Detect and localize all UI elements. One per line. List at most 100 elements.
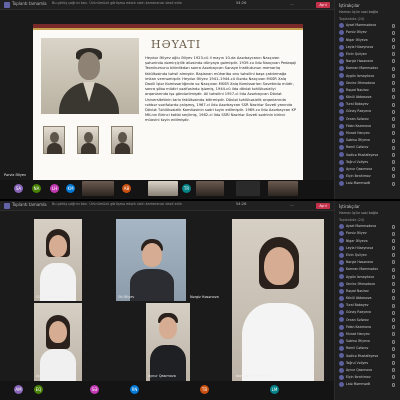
participant-tile[interactable] [82,181,114,196]
participant-row[interactable]: Kamran Məmmədov [335,65,400,72]
participant-avatar-bubble[interactable]: AM [14,385,23,394]
participant-avatar-bubble[interactable]: SƏ [90,385,99,394]
microphone-icon[interactable] [392,310,395,315]
participant-row[interactable]: Rəşad Nəsirov [335,87,400,94]
microphone-icon[interactable] [392,109,395,114]
microphone-icon[interactable] [392,296,395,301]
microphone-icon[interactable] [392,124,395,129]
microphone-icon[interactable] [392,246,395,251]
mute-all-button[interactable]: Hamısı üçün səsi bağla [335,210,400,217]
video-tile-girl-main[interactable] [232,219,324,381]
microphone-icon[interactable] [392,152,395,157]
participant-tile[interactable] [236,181,260,196]
participant-avatar-bubble[interactable]: LH [50,184,59,193]
leave-button[interactable]: Ayrıl [316,202,330,209]
participant-avatar-bubble[interactable]: KM [66,184,75,193]
participant-row[interactable]: Rəşad Nəsirov [335,288,400,295]
participant-row[interactable]: Nərgiz Həsənova [335,58,400,65]
microphone-icon[interactable] [392,253,395,258]
microphone-icon[interactable] [392,303,395,308]
participant-row[interactable]: Aysel Məmmədova [335,223,400,230]
participant-avatar-bubble[interactable]: NA [32,184,41,193]
video-tile-boy-1[interactable] [116,219,186,301]
microphone-icon[interactable] [392,346,395,351]
microphone-icon[interactable] [392,138,395,143]
microphone-icon[interactable] [392,116,395,121]
participant-row[interactable]: Sevinc Əhmədova [335,281,400,288]
video-tile-boy-2[interactable] [146,303,190,381]
participant-tile[interactable] [148,181,178,196]
participant-avatar-bubble[interactable]: RN [130,385,139,394]
microphone-icon[interactable] [392,361,395,366]
participant-row[interactable]: Nigar Əliyeva [335,36,400,43]
microphone-icon[interactable] [392,73,395,78]
participant-row[interactable]: Ramil Cəfərov [335,144,400,151]
microphone-icon[interactable] [392,317,395,322]
participant-avatar-bubble[interactable]: SA [14,184,23,193]
participant-row[interactable]: Murad Hacıyev [335,331,400,338]
microphone-icon[interactable] [392,52,395,57]
participant-row[interactable]: Orxan Səfərov [335,115,400,122]
participant-row[interactable]: Lalə Məmmədli [335,381,400,388]
microphone-icon[interactable] [392,95,395,100]
mute-all-button[interactable]: Hamısı üçün səsi bağla [335,9,400,16]
microphone-icon[interactable] [392,274,395,279]
microphone-icon[interactable] [392,59,395,64]
participant-avatar-bubble[interactable]: AB [122,184,131,193]
microphone-icon[interactable] [392,224,395,229]
microphone-icon[interactable] [392,131,395,136]
participant-row[interactable]: Aygün İsmayılova [335,72,400,79]
participant-row[interactable]: Aynur Qasımova [335,166,400,173]
microphone-icon[interactable] [392,231,395,236]
microphone-icon[interactable] [392,238,395,243]
microphone-icon[interactable] [392,267,395,272]
participant-row[interactable]: Aysel Məmmədova [335,22,400,29]
microphone-icon[interactable] [392,339,395,344]
microphone-icon[interactable] [392,181,395,186]
participant-row[interactable]: Xədicə Mustafayeva [335,151,400,158]
participant-row[interactable]: Murad Hacıyev [335,130,400,137]
participant-avatar-bubble[interactable]: EQ [34,385,43,394]
video-tile-girl-1[interactable] [34,219,82,301]
participant-row[interactable]: Fidan Kazımova [335,123,400,130]
participant-tile[interactable] [196,181,224,196]
microphone-icon[interactable] [392,353,395,358]
participant-row[interactable]: Pərviz Əliyev [335,29,400,36]
participant-row[interactable]: Elvin Quliyev [335,51,400,58]
microphone-icon[interactable] [392,81,395,85]
microphone-icon[interactable] [392,332,395,337]
participant-row[interactable]: Ramil Cəfərov [335,345,400,352]
more-options-button[interactable]: ... [290,1,294,6]
microphone-icon[interactable] [392,102,395,107]
participant-avatar-bubble[interactable]: LM [270,385,279,394]
microphone-icon[interactable] [392,368,395,373]
participant-tile[interactable] [268,181,298,196]
microphone-icon[interactable] [392,30,395,35]
microphone-icon[interactable] [392,325,395,330]
participant-row[interactable]: Elçin İbrahimov [335,173,400,180]
participant-row[interactable]: Toğrul Vəliyev [335,159,400,166]
participant-row[interactable]: Günay Rzayeva [335,108,400,115]
participant-avatar-bubble[interactable]: TR [182,184,191,193]
participant-row[interactable]: Xədicə Mustafayeva [335,352,400,359]
participant-row[interactable]: Leyla Hüseynova [335,245,400,252]
participant-row[interactable]: Toğrul Vəliyev [335,360,400,367]
participant-row[interactable]: Elçin İbrahimov [335,374,400,381]
participant-row[interactable]: Könül Abbasova [335,295,400,302]
microphone-icon[interactable] [392,23,395,28]
microphone-icon[interactable] [392,289,395,294]
participant-row[interactable]: Səbinə Əliyeva [335,137,400,144]
microphone-icon[interactable] [392,45,395,50]
participant-row[interactable]: Səbinə Əliyeva [335,338,400,345]
participant-row[interactable]: Tural Babayev [335,302,400,309]
microphone-icon[interactable] [392,160,395,165]
more-options-button[interactable]: ... [290,202,294,207]
participant-row[interactable]: Kamran Məmmədov [335,266,400,273]
participant-avatar-bubble[interactable]: TB [200,385,209,394]
participant-row[interactable]: Tural Babayev [335,101,400,108]
participant-row[interactable]: Günay Rzayeva [335,309,400,316]
participant-row[interactable]: Sevinc Əhmədova [335,80,400,87]
microphone-icon[interactable] [392,174,395,179]
participant-row[interactable]: Elvin Quliyev [335,252,400,259]
participant-row[interactable]: Pərviz Əliyev [335,230,400,237]
